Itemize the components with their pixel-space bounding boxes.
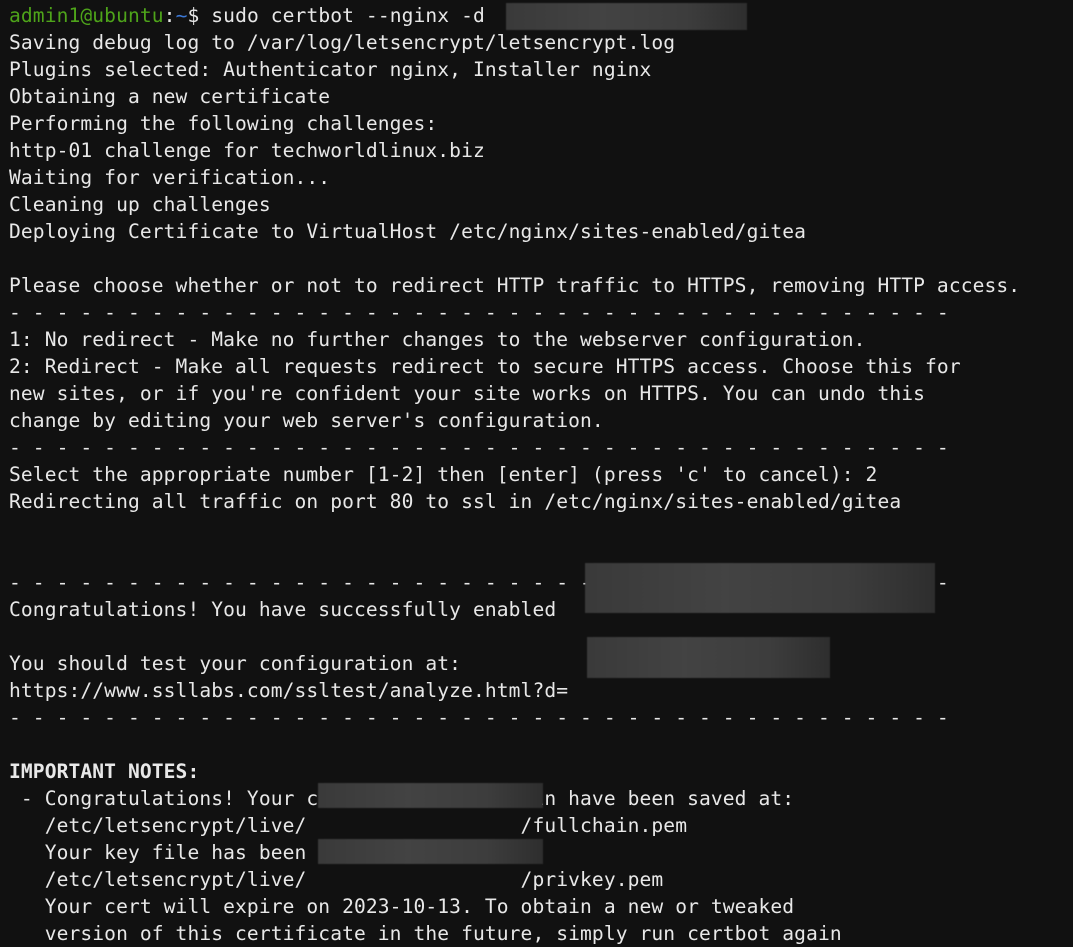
output-line: 1: No redirect - Make no further changes… bbox=[9, 328, 866, 351]
output-line: Saving debug log to /var/log/letsencrypt… bbox=[9, 31, 676, 54]
output-line: Waiting for verification... bbox=[9, 166, 331, 189]
output-line: Select the appropriate number [1-2] then… bbox=[9, 463, 878, 486]
output-line: Plugins selected: Authenticator nginx, I… bbox=[9, 58, 652, 81]
output-line: You should test your configuration at: bbox=[9, 652, 462, 675]
output-line: /etc/letsencrypt/live/ /privkey.pem bbox=[9, 868, 664, 891]
output-line: Performing the following challenges: bbox=[9, 112, 438, 135]
output-line: Your cert will expire on 2023-10-13. To … bbox=[9, 895, 795, 918]
prompt-user-host: admin1@ubuntu bbox=[9, 4, 164, 27]
output-line: Congratulations! You have successfully e… bbox=[9, 598, 569, 621]
prompt-symbol: $ bbox=[187, 4, 200, 27]
redacted-domain bbox=[587, 637, 830, 678]
output-line: https://www.ssllabs.com/ssltest/analyze.… bbox=[9, 679, 569, 702]
output-line: change by editing your web server's conf… bbox=[9, 409, 604, 432]
output-line: 2: Redirect - Make all requests redirect… bbox=[9, 355, 961, 378]
redacted-domain bbox=[585, 563, 935, 613]
redacted-domain bbox=[318, 839, 543, 864]
terminal-window[interactable]: admin1@ubuntu:~$ sudo certbot --nginx -d… bbox=[0, 0, 1073, 945]
output-line: - - - - - - - - - - - - - - - - - - - - … bbox=[9, 436, 949, 459]
output-line: Cleaning up challenges bbox=[9, 193, 271, 216]
output-line: Redirecting all traffic on port 80 to ss… bbox=[9, 490, 902, 513]
redacted-domain bbox=[318, 783, 543, 808]
prompt-line: admin1@ubuntu:~$ sudo certbot --nginx -d bbox=[9, 2, 497, 29]
output-line: version of this certificate in the futur… bbox=[9, 922, 842, 945]
output-line: - - - - - - - - - - - - - - - - - - - - … bbox=[9, 301, 949, 324]
output-line: http-01 challenge for techworldlinux.biz bbox=[9, 139, 485, 162]
command-text: sudo certbot --nginx -d bbox=[199, 4, 497, 27]
output-line: Please choose whether or not to redirect… bbox=[9, 274, 1021, 297]
output-line: Obtaining a new certificate bbox=[9, 85, 331, 108]
redacted-domain bbox=[506, 3, 747, 30]
output-line: /etc/letsencrypt/live/ /fullchain.pem bbox=[9, 814, 688, 837]
output-line: - - - - - - - - - - - - - - - - - - - - … bbox=[9, 706, 949, 729]
output-line: Deploying Certificate to VirtualHost /et… bbox=[9, 220, 807, 243]
output-line: IMPORTANT NOTES: bbox=[9, 760, 200, 783]
prompt-colon: : bbox=[163, 4, 176, 27]
output-line: new sites, or if you're confident your s… bbox=[9, 382, 926, 405]
prompt-path: ~ bbox=[175, 4, 188, 27]
